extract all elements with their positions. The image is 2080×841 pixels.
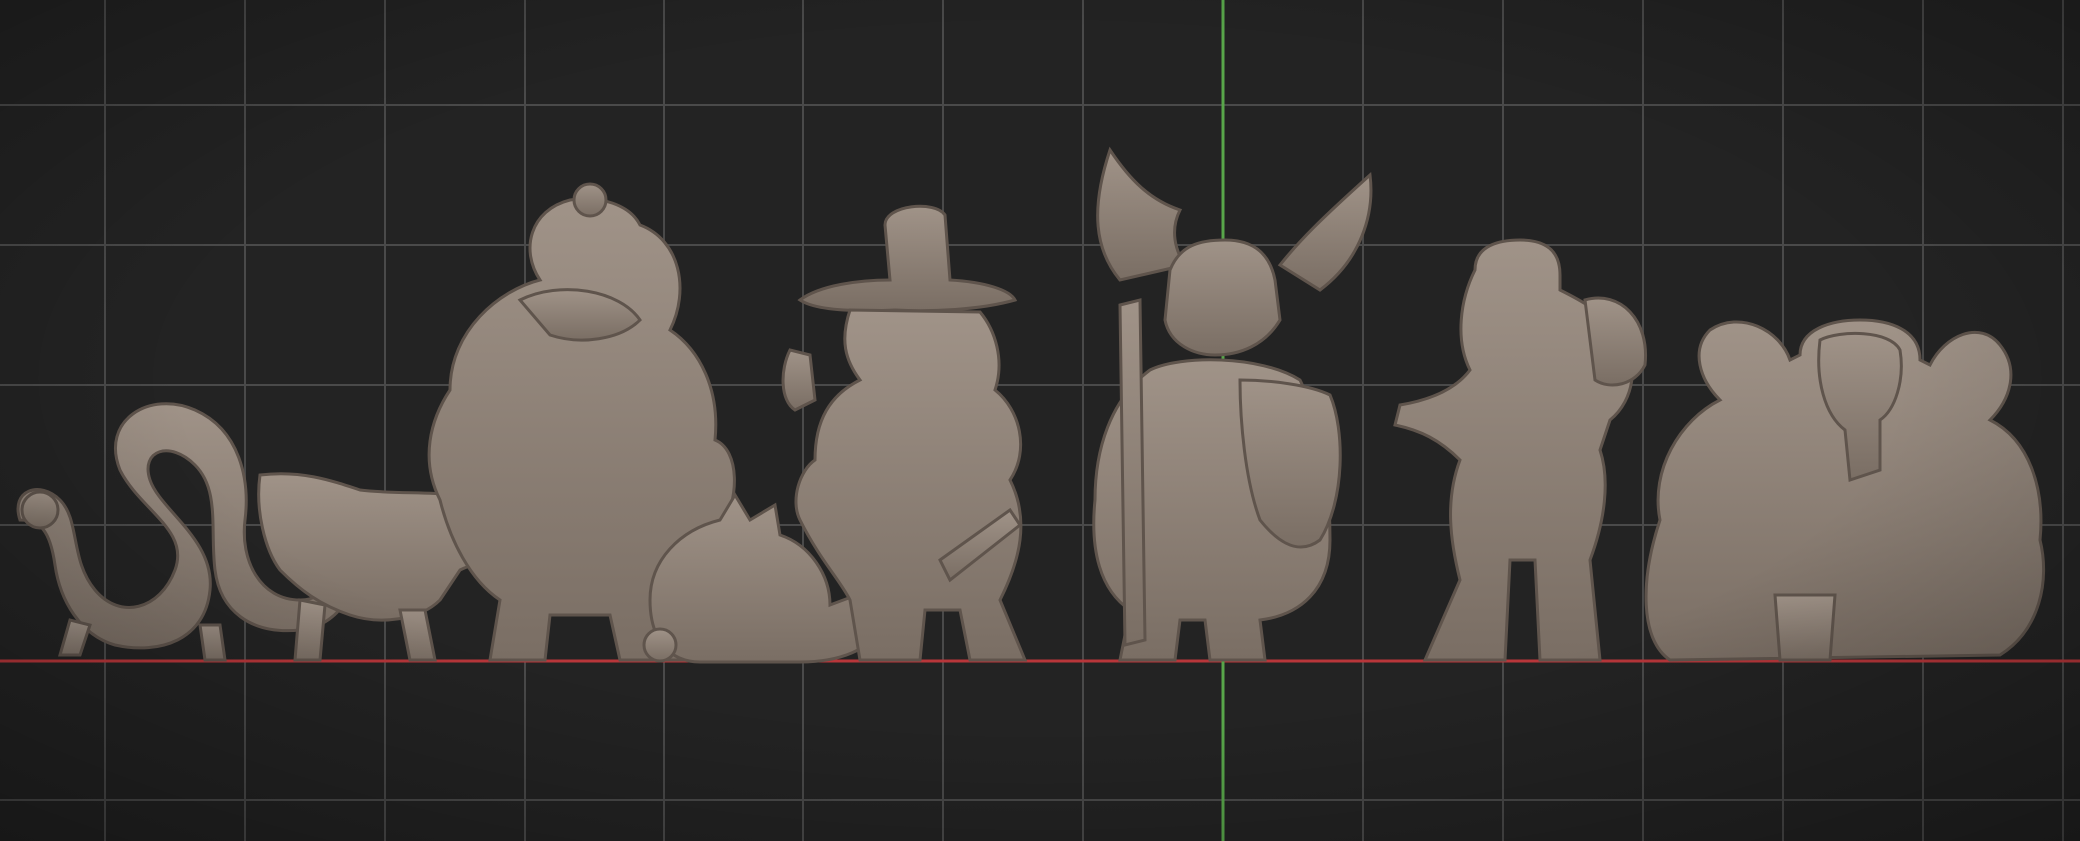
viewport-canvas[interactable]: [0, 0, 2080, 841]
viewport-vignette: [0, 0, 2080, 841]
3d-viewport[interactable]: [0, 0, 2080, 841]
